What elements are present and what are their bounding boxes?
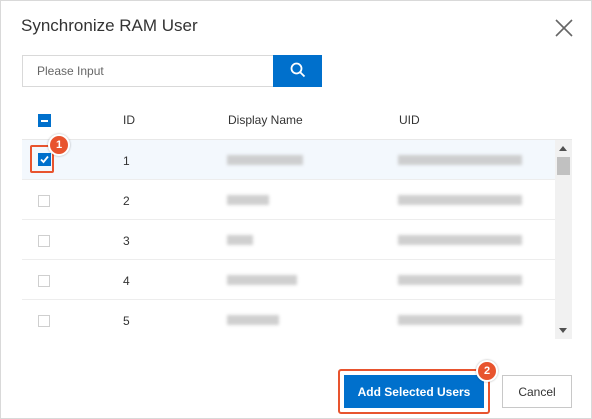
redacted-uid xyxy=(398,235,522,245)
scroll-up-arrow-icon[interactable] xyxy=(559,146,567,151)
table-row[interactable]: 1 xyxy=(22,140,555,180)
cell-id: 3 xyxy=(123,234,130,248)
table-row[interactable]: 3 xyxy=(22,220,555,260)
redacted-display-name xyxy=(227,275,297,285)
redacted-display-name xyxy=(227,195,269,205)
cell-id: 5 xyxy=(123,314,130,328)
close-icon[interactable] xyxy=(553,17,575,39)
redacted-display-name xyxy=(227,315,279,325)
column-header-id: ID xyxy=(123,113,135,127)
step-2-badge: 2 xyxy=(476,360,498,382)
column-header-uid: UID xyxy=(399,113,420,127)
search-icon xyxy=(290,62,306,81)
select-all-checkbox[interactable] xyxy=(38,114,51,127)
redacted-uid xyxy=(398,155,522,165)
table-row[interactable]: 4 xyxy=(22,260,555,300)
table-scrollbar[interactable] xyxy=(555,140,572,339)
search-input[interactable] xyxy=(22,55,273,87)
table-row[interactable]: 2 xyxy=(22,180,555,220)
redacted-display-name xyxy=(227,155,303,165)
users-table: ID Display Name UID 1 2 3 4 5 xyxy=(22,99,572,339)
step-1-badge: 1 xyxy=(48,134,70,156)
table-header: ID Display Name UID xyxy=(22,99,572,140)
cell-id: 4 xyxy=(123,274,130,288)
cell-id: 1 xyxy=(123,154,130,168)
scroll-down-arrow-icon[interactable] xyxy=(559,328,567,333)
row-checkbox[interactable] xyxy=(38,235,50,247)
redacted-uid xyxy=(398,315,522,325)
redacted-display-name xyxy=(227,235,253,245)
add-selected-users-button[interactable]: Add Selected Users xyxy=(344,375,484,408)
row-checkbox[interactable] xyxy=(38,275,50,287)
row-checkbox[interactable] xyxy=(38,315,50,327)
search-bar xyxy=(22,55,322,87)
row-checkbox[interactable] xyxy=(38,195,50,207)
cancel-button[interactable]: Cancel xyxy=(502,375,572,408)
scrollbar-thumb[interactable] xyxy=(557,157,570,175)
redacted-uid xyxy=(398,195,522,205)
table-body: 1 2 3 4 5 xyxy=(22,140,572,339)
dialog-title: Synchronize RAM User xyxy=(21,16,198,35)
redacted-uid xyxy=(398,275,522,285)
search-button[interactable] xyxy=(273,55,322,87)
cell-id: 2 xyxy=(123,194,130,208)
table-row[interactable]: 5 xyxy=(22,300,555,339)
column-header-display-name: Display Name xyxy=(228,113,303,127)
sync-ram-user-dialog: Synchronize RAM User ID Display Name UID xyxy=(0,0,592,419)
